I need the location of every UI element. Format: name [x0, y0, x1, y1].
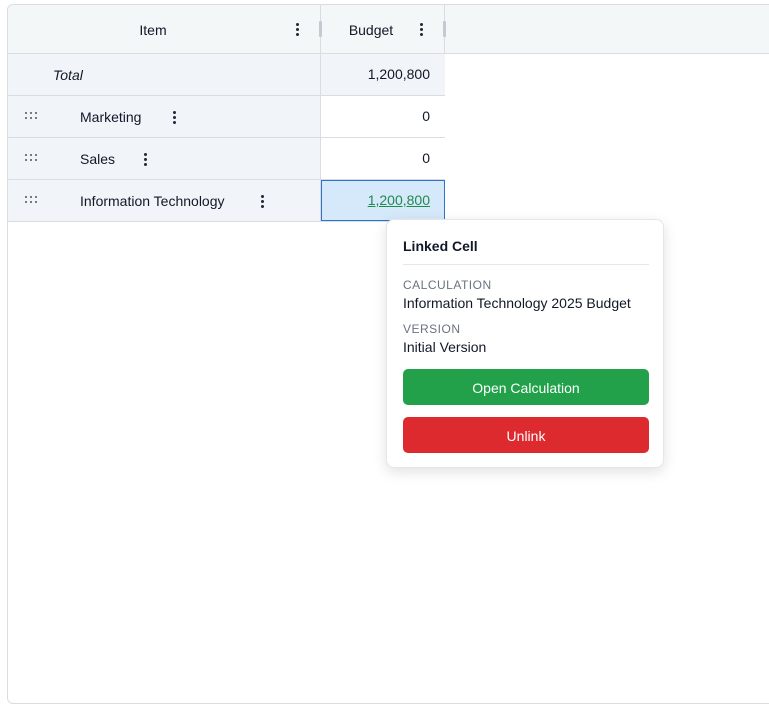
total-item-cell[interactable]: Total [8, 54, 321, 95]
kebab-menu-icon[interactable] [166, 107, 182, 127]
linked-budget-cell[interactable]: 1,200,800 [321, 180, 445, 221]
version-label: VERSION [403, 322, 461, 336]
row-item-cell[interactable]: Information Technology [8, 180, 321, 221]
kebab-menu-icon[interactable] [289, 19, 305, 39]
row-item-cell[interactable]: Sales [8, 138, 321, 179]
table-row: Information Technology 1,200,800 [8, 180, 445, 222]
calculation-label: CALCULATION [403, 278, 492, 292]
popover-title: Linked Cell [403, 238, 478, 254]
table-row: Sales 0 [8, 138, 445, 180]
row-item-cell[interactable]: Marketing [8, 96, 321, 137]
open-calculation-button[interactable]: Open Calculation [403, 369, 649, 405]
row-budget-cell[interactable]: 0 [321, 96, 445, 137]
row-label: Sales [80, 151, 116, 167]
kebab-menu-icon[interactable] [413, 19, 429, 39]
column-header-label: Item [139, 22, 167, 38]
unlink-button[interactable]: Unlink [403, 417, 649, 453]
kebab-menu-icon[interactable] [137, 149, 153, 169]
version-value: Initial Version [403, 339, 487, 355]
total-budget-cell[interactable]: 1,200,800 [321, 54, 445, 95]
column-header-item[interactable]: Item [8, 5, 322, 53]
drag-handle-icon[interactable] [25, 154, 39, 163]
drag-handle-icon[interactable] [25, 112, 39, 121]
row-label: Information Technology [80, 193, 225, 209]
total-row: Total 1,200,800 [8, 54, 445, 96]
column-resize-handle[interactable] [443, 21, 446, 37]
table-row: Marketing 0 [8, 96, 445, 138]
row-label: Marketing [80, 109, 142, 125]
calculation-value: Information Technology 2025 Budget [403, 295, 631, 311]
linked-cell-popover: Linked Cell CALCULATION Information Tech… [386, 219, 664, 468]
column-header-budget[interactable]: Budget [321, 5, 446, 53]
total-label: Total [53, 67, 83, 83]
row-budget-cell[interactable]: 0 [321, 138, 445, 179]
grid-header: Item Budget [8, 5, 769, 54]
kebab-menu-icon[interactable] [254, 191, 270, 211]
divider [403, 264, 649, 265]
linked-value[interactable]: 1,200,800 [368, 192, 430, 208]
column-header-label: Budget [348, 22, 394, 38]
drag-handle-icon[interactable] [25, 196, 39, 205]
